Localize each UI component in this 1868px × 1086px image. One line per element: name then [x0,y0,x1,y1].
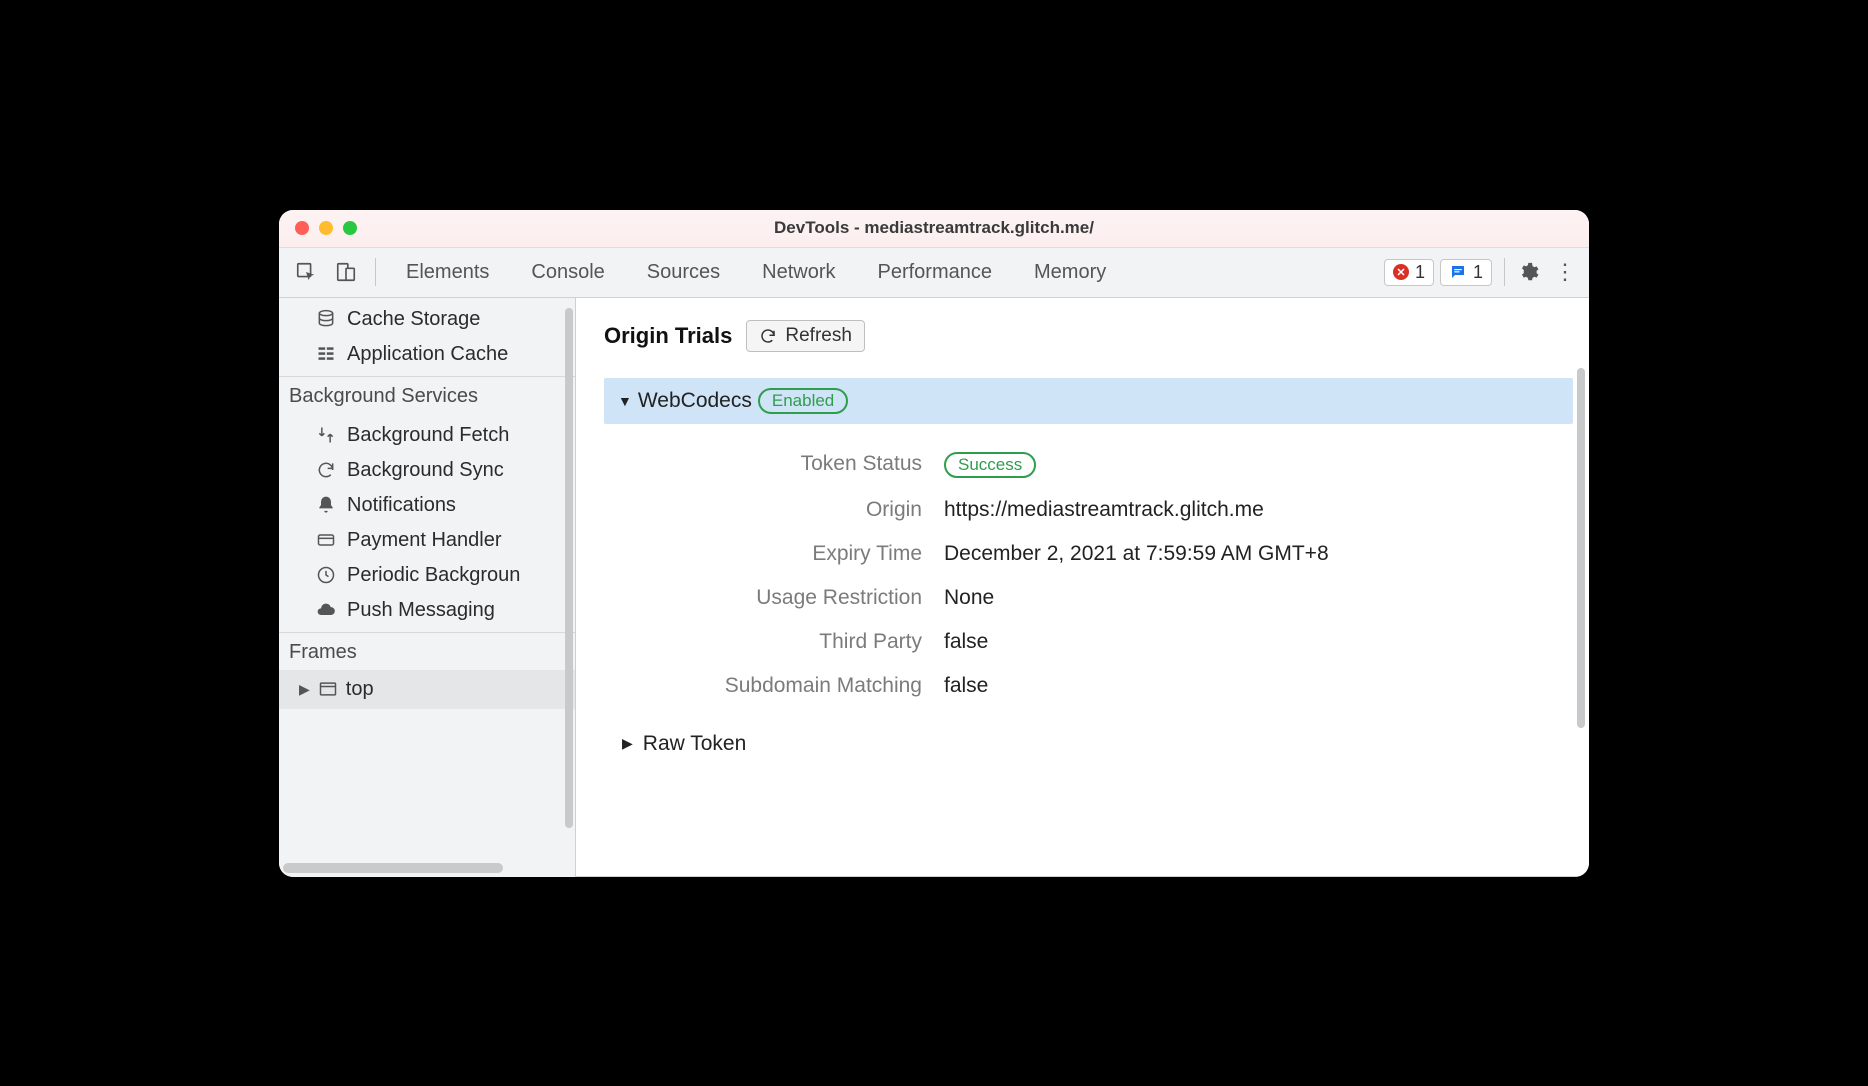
frame-top-label: top [346,678,374,701]
third-party-value: false [944,630,988,654]
chevron-right-icon: ▶ [299,681,310,698]
sidebar-horizontal-scrollbar[interactable] [279,863,575,877]
devtools-window: DevTools - mediastreamtrack.glitch.me/ E… [279,210,1589,877]
window-title: DevTools - mediastreamtrack.glitch.me/ [279,218,1589,238]
errors-pill[interactable]: ✕ 1 [1384,259,1434,286]
trial-details: Token Status Success Origin https://medi… [622,442,1573,708]
traffic-lights [295,221,357,235]
cloud-icon [315,599,337,621]
origin-label: Origin [622,498,922,522]
sidebar-item-label: Background Fetch [347,424,509,447]
inspect-element-icon[interactable] [289,255,323,289]
main-vertical-scrollbar[interactable] [1577,368,1585,728]
sidebar-item-frame-top[interactable]: ▶ top [279,670,575,709]
refresh-button[interactable]: Refresh [746,320,865,352]
refresh-button-label: Refresh [785,325,852,347]
sidebar-item-cache-storage[interactable]: Cache Storage [279,302,575,337]
usage-restriction-value: None [944,586,994,610]
more-options-icon[interactable]: ⋮ [1551,259,1579,285]
origin-trials-panel: Origin Trials Refresh ▼ WebCodecs Enable… [576,298,1589,877]
subdomain-matching-value: false [944,674,988,698]
sidebar-item-label: Cache Storage [347,308,480,331]
card-icon [315,529,337,551]
sidebar-item-notifications[interactable]: Notifications [279,488,575,523]
devtools-toolbar: Elements Console Sources Network Perform… [279,248,1589,298]
sidebar-item-background-fetch[interactable]: Background Fetch [279,418,575,453]
status-badge-enabled: Enabled [758,388,848,414]
expiry-time-value: December 2, 2021 at 7:59:59 AM GMT+8 [944,542,1329,566]
origin-value: https://mediastreamtrack.glitch.me [944,498,1264,522]
sidebar-item-label: Background Sync [347,459,504,482]
bell-icon [315,494,337,516]
panel-bottom-divider [576,876,1589,877]
sync-icon [315,459,337,481]
refresh-icon [759,327,777,345]
tab-elements[interactable]: Elements [388,248,507,297]
titlebar: DevTools - mediastreamtrack.glitch.me/ [279,210,1589,248]
tab-console[interactable]: Console [513,248,622,297]
message-icon [1449,263,1467,281]
raw-token-row[interactable]: ▶ Raw Token [622,732,1573,756]
sidebar-item-application-cache[interactable]: Application Cache [279,337,575,372]
raw-token-label: Raw Token [643,732,747,756]
minimize-window-button[interactable] [319,221,333,235]
messages-count: 1 [1473,262,1483,283]
sidebar-section-background-services[interactable]: Background Services [279,376,575,414]
subdomain-matching-label: Subdomain Matching [622,674,922,698]
sidebar-item-payment-handler[interactable]: Payment Handler [279,523,575,558]
fetch-icon [315,424,337,446]
sidebar-section-frames[interactable]: Frames [279,632,575,670]
sidebar-item-label: Application Cache [347,343,508,366]
sidebar-vertical-scrollbar[interactable] [565,308,573,828]
status-badge-success: Success [944,452,1036,478]
toolbar-divider [1504,258,1505,286]
window-icon [318,679,338,699]
third-party-label: Third Party [622,630,922,654]
chevron-down-icon: ▼ [618,393,632,409]
messages-pill[interactable]: 1 [1440,259,1492,286]
usage-restriction-label: Usage Restriction [622,586,922,610]
sidebar-item-label: Notifications [347,494,456,517]
errors-count: 1 [1415,262,1425,283]
token-status-label: Token Status [622,452,922,478]
device-toolbar-icon[interactable] [329,255,363,289]
sidebar-item-push-messaging[interactable]: Push Messaging [279,593,575,628]
grid-icon [315,343,337,365]
tab-network[interactable]: Network [744,248,853,297]
database-icon [315,308,337,330]
origin-trials-heading: Origin Trials [604,323,732,349]
maximize-window-button[interactable] [343,221,357,235]
chevron-right-icon: ▶ [622,735,633,752]
clock-icon [315,564,337,586]
application-sidebar: Cache Storage Application Cache Backgrou… [279,298,576,877]
sidebar-item-background-sync[interactable]: Background Sync [279,453,575,488]
trial-name: WebCodecs [638,389,752,413]
tab-sources[interactable]: Sources [629,248,738,297]
toolbar-divider [375,258,376,286]
expiry-time-label: Expiry Time [622,542,922,566]
tab-performance[interactable]: Performance [860,248,1011,297]
tab-memory[interactable]: Memory [1016,248,1124,297]
sidebar-item-label: Payment Handler [347,529,502,552]
settings-icon[interactable] [1517,261,1545,283]
sidebar-item-label: Periodic Backgroun [347,564,520,587]
close-window-button[interactable] [295,221,309,235]
sidebar-item-label: Push Messaging [347,599,495,622]
error-icon: ✕ [1393,264,1409,280]
sidebar-item-periodic-background-sync[interactable]: Periodic Backgroun [279,558,575,593]
trial-webcodecs-row[interactable]: ▼ WebCodecs Enabled [604,378,1573,424]
